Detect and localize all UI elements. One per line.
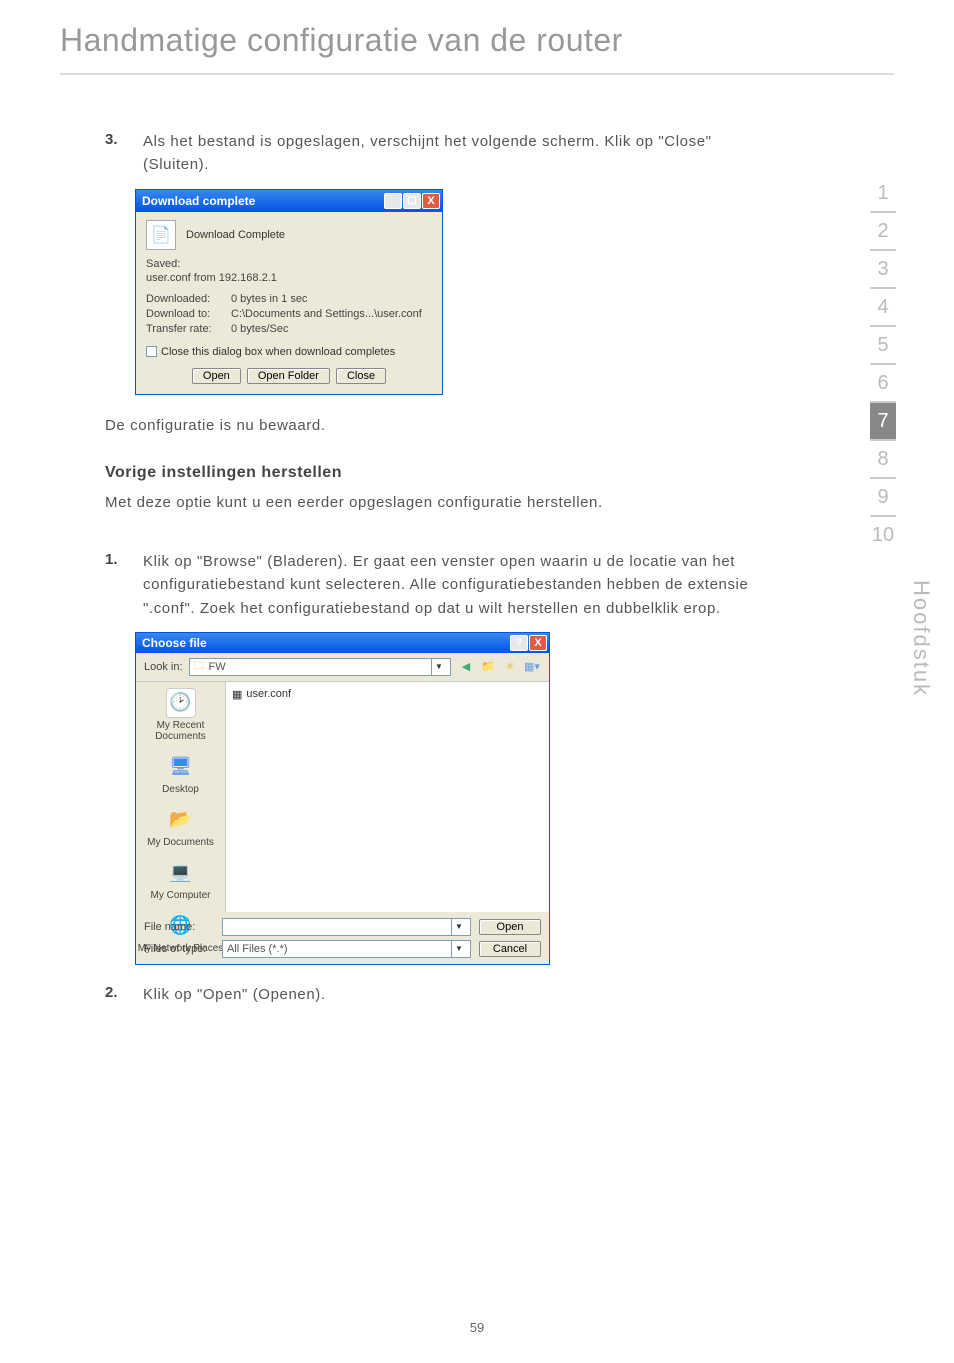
up-icon[interactable]: 📁 [479,658,497,676]
choose-file-dialog: Choose file ? X Look in: 🗀 FW ▼ ◀ 📁 ✳ ▦▾… [135,632,550,965]
dialog-titlebar: Download complete _ ▢ X [136,190,442,212]
close-icon[interactable]: X [529,635,547,651]
step-text: Als het bestand is opgeslagen, verschijn… [143,130,770,177]
window-buttons: _ ▢ X [384,193,440,209]
rate-label: Transfer rate: [146,322,231,337]
open-folder-button[interactable]: Open Folder [247,368,330,384]
file-pane[interactable]: ▦ user.conf [226,682,549,912]
open-button[interactable]: Open [192,368,241,384]
page-number: 59 [0,1320,954,1335]
tab-1[interactable]: 1 [870,175,896,211]
tab-9[interactable]: 9 [870,479,896,515]
saved-label: Saved: [146,258,432,270]
close-dialog-checkbox[interactable] [146,346,157,357]
lookin-value: FW [209,661,226,673]
file-dialog-titlebar: Choose file ? X [136,633,549,653]
close-icon[interactable]: X [422,193,440,209]
tab-2[interactable]: 2 [870,213,896,249]
config-saved-text: De configuratie is nu bewaard. [105,417,770,434]
views-icon[interactable]: ▦▾ [523,658,541,676]
filename-label: File name: [144,921,214,933]
newfolder-icon[interactable]: ✳ [501,658,519,676]
page-title: Handmatige configuratie van de router [0,0,954,73]
filetype-select[interactable]: All Files (*.*)▼ [222,940,471,958]
place-mycomp[interactable]: 💻My Computer [150,858,210,901]
dialog-body: 📄 Download Complete Saved: user.conf fro… [136,212,442,394]
step-number: 2. [105,983,143,1006]
filetype-label: Files of type: [144,943,214,955]
downloadto-value: C:\Documents and Settings...\user.conf [231,307,422,322]
file-dialog-title: Choose file [142,636,207,650]
restore-heading: Vorige instellingen herstellen [105,464,770,482]
open-file-button[interactable]: Open [479,919,541,935]
downloaded-value: 0 bytes in 1 sec [231,292,307,307]
download-heading: Download Complete [186,229,285,241]
place-recent[interactable]: 🕑My Recent Documents [136,688,225,742]
back-icon[interactable]: ◀ [457,658,475,676]
lookin-select[interactable]: 🗀 FW ▼ [189,658,451,676]
minimize-icon[interactable]: _ [384,193,402,209]
side-tabs: 1 2 3 4 5 6 7 8 9 10 [870,175,896,553]
tab-3[interactable]: 3 [870,251,896,287]
step-text: Klik op "Browse" (Bladeren). Er gaat een… [143,550,770,620]
help-icon[interactable]: ? [510,635,528,651]
main-content: 3. Als het bestand is opgeslagen, versch… [0,130,770,1006]
close-button[interactable]: Close [336,368,386,384]
cancel-button[interactable]: Cancel [479,941,541,957]
filename-field[interactable]: ▼ [222,918,471,936]
step-number: 1. [105,550,143,620]
places-bar: 🕑My Recent Documents 🖥Desktop 📂My Docume… [136,682,226,912]
downloadto-label: Download to: [146,307,231,322]
folder-icon: 🗀 [194,657,205,676]
tab-10[interactable]: 10 [870,517,896,553]
downloaded-label: Downloaded: [146,292,231,307]
step-text: Klik op "Open" (Openen). [143,983,326,1006]
maximize-icon[interactable]: ▢ [403,193,421,209]
step-3: 3. Als het bestand is opgeslagen, versch… [105,130,770,177]
step-number: 3. [105,130,143,177]
step-2: 2. Klik op "Open" (Openen). [105,983,770,1006]
file-icon: ▦ [232,688,242,701]
saved-value: user.conf from 192.168.2.1 [146,272,432,284]
lookin-label: Look in: [144,661,183,673]
restore-intro: Met deze optie kunt u een eerder opgesla… [105,492,770,515]
dialog-title-text: Download complete [142,194,255,208]
chevron-down-icon[interactable]: ▼ [451,941,466,957]
rate-value: 0 bytes/Sec [231,322,288,337]
tab-5[interactable]: 5 [870,327,896,363]
tab-6[interactable]: 6 [870,365,896,401]
header-divider [60,73,894,75]
tab-8[interactable]: 8 [870,441,896,477]
chevron-down-icon[interactable]: ▼ [431,659,446,675]
tab-7[interactable]: 7 [870,403,896,439]
chevron-down-icon[interactable]: ▼ [451,919,466,935]
tab-4[interactable]: 4 [870,289,896,325]
file-name: user.conf [246,688,291,700]
file-item[interactable]: ▦ user.conf [232,688,543,701]
download-icon: 📄 [146,220,176,250]
download-complete-dialog: Download complete _ ▢ X 📄 Download Compl… [135,189,443,395]
step-1: 1. Klik op "Browse" (Bladeren). Er gaat … [105,550,770,620]
place-mydocs[interactable]: 📂My Documents [147,805,214,848]
place-desktop[interactable]: 🖥Desktop [162,752,199,795]
side-label: Hoofdstuk [908,580,934,697]
checkbox-label: Close this dialog box when download comp… [161,346,395,358]
